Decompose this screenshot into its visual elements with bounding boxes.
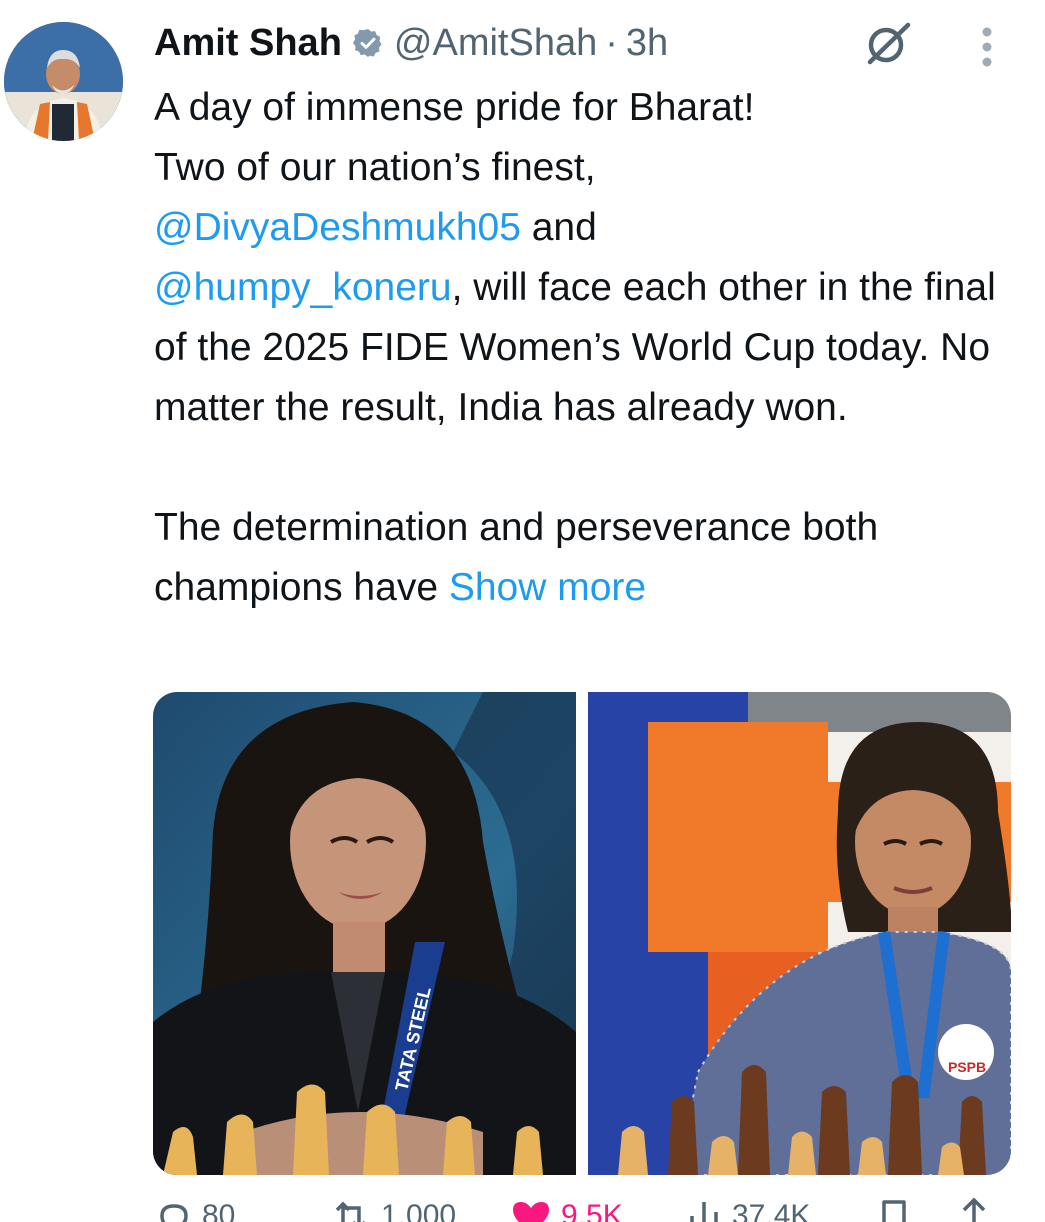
media-grid: TATA STEEL PSPB	[153, 692, 1011, 1175]
view-count: 37.4K	[732, 1199, 811, 1222]
verified-badge-icon	[352, 27, 384, 59]
author-name[interactable]: Amit Shah	[154, 22, 342, 65]
show-more-link[interactable]: Show more	[449, 566, 646, 609]
tweet-actions: 80 1,000 9.5K 37.4K	[154, 1196, 1014, 1222]
photo-divya[interactable]: TATA STEEL	[153, 692, 576, 1175]
tweet-paragraph: The determination and perseverance both …	[154, 498, 1034, 618]
mention-link[interactable]: @DivyaDeshmukh05	[154, 206, 521, 249]
badge-text: PSPB	[948, 1059, 986, 1075]
reply-button[interactable]: 80	[154, 1196, 329, 1222]
bookmark-icon	[882, 1200, 906, 1222]
grok-slash-icon[interactable]	[862, 20, 914, 68]
like-count: 9.5K	[561, 1199, 623, 1222]
reply-count: 80	[202, 1199, 236, 1222]
share-button[interactable]	[954, 1196, 994, 1222]
tweet-text: A day of immense pride for Bharat! Two o…	[154, 78, 1034, 618]
reply-icon	[160, 1204, 188, 1222]
heart-icon	[513, 1202, 549, 1222]
mention-link[interactable]: @humpy_koneru	[154, 266, 452, 309]
share-icon	[962, 1197, 986, 1222]
photo-humpy[interactable]: PSPB	[588, 692, 1011, 1175]
repost-button[interactable]: 1,000	[329, 1196, 509, 1222]
tweet-line: A day of immense pride for Bharat!	[154, 86, 755, 129]
separator-dot: ·	[605, 21, 618, 64]
views-icon	[690, 1202, 718, 1222]
tweet-text-fragment: and	[520, 206, 597, 249]
author-handle[interactable]: @AmitShah	[394, 22, 597, 65]
tweet-line-text: Two of our nation’s finest,	[154, 146, 596, 189]
repost-icon	[335, 1201, 365, 1222]
post-timestamp[interactable]: 3h	[626, 22, 668, 65]
vertical-ellipsis-icon[interactable]	[975, 24, 999, 70]
repost-count: 1,000	[381, 1199, 457, 1222]
author-avatar[interactable]	[4, 22, 123, 141]
views-button[interactable]: 37.4K	[684, 1196, 874, 1222]
bookmark-button[interactable]	[874, 1196, 954, 1222]
like-button[interactable]: 9.5K	[509, 1196, 684, 1222]
tweet-line: Two of our nation’s finest, @DivyaDeshmu…	[154, 138, 1034, 438]
